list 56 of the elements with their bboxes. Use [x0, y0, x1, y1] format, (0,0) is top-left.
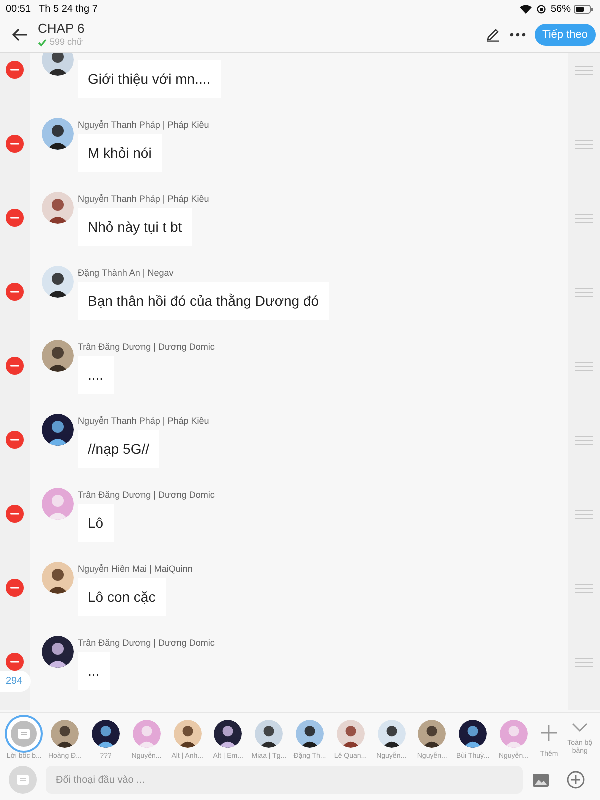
- back-arrow-icon[interactable]: [12, 28, 28, 42]
- pencil-icon[interactable]: [486, 28, 500, 42]
- remove-icon[interactable]: [6, 209, 24, 227]
- remove-icon[interactable]: [6, 357, 24, 375]
- plus-icon[interactable]: [541, 725, 558, 741]
- drag-handle-icon[interactable]: [575, 510, 593, 519]
- wifi-icon: [520, 4, 532, 14]
- check-icon: [38, 38, 47, 46]
- character-name: Trần Đăng Dương | Dương Domic: [78, 637, 215, 649]
- message-bubble[interactable]: Giới thiệu với mn....: [78, 60, 221, 98]
- drag-handle-icon[interactable]: [575, 658, 593, 667]
- narrator-avatar[interactable]: [7, 717, 42, 751]
- drag-handle-icon[interactable]: [575, 140, 593, 149]
- remove-icon[interactable]: [6, 61, 24, 79]
- remove-icon[interactable]: [6, 653, 24, 671]
- message-bubble[interactable]: //nạp 5G//: [78, 430, 160, 468]
- chevron-down-icon[interactable]: [572, 723, 588, 732]
- battery-percent: 56%: [550, 2, 571, 16]
- remove-icon[interactable]: [6, 135, 24, 153]
- character-name: Trần Đăng Dương | Dương Domic: [78, 341, 215, 353]
- remove-icon[interactable]: [6, 579, 24, 597]
- remove-icon[interactable]: [6, 505, 24, 523]
- chapter-title: CHAP 6: [38, 20, 85, 36]
- character-name: Nguyễn Thanh Pháp | Pháp Kiều: [78, 415, 210, 427]
- add-circle-icon[interactable]: [567, 771, 585, 789]
- remove-icon[interactable]: [6, 283, 24, 301]
- more-icon[interactable]: [510, 33, 526, 37]
- message-bubble[interactable]: Bạn thân hồi đó của thằng Dương đó: [78, 282, 330, 320]
- message-bubble[interactable]: Nhỏ này tụi t bt: [78, 208, 192, 246]
- drag-handle-icon[interactable]: [575, 362, 593, 371]
- message-bubble[interactable]: Lô: [78, 504, 114, 542]
- status-date: Th 5 24 thg 7: [39, 2, 98, 16]
- character-name: Nguyễn Hiền Mai | MaiQuinn: [78, 563, 193, 575]
- character-name: Đặng Thành An | Negav: [78, 267, 175, 279]
- message-count-badge: 294: [0, 671, 31, 692]
- image-icon[interactable]: [533, 774, 549, 786]
- remove-icon[interactable]: [6, 431, 24, 449]
- message-bubble[interactable]: Lô con cặc: [78, 578, 166, 616]
- rotation-lock-icon: [536, 4, 546, 14]
- drag-handle-icon[interactable]: [575, 584, 593, 593]
- chat-icon: [18, 729, 30, 739]
- drag-handle-icon[interactable]: [575, 66, 593, 75]
- drag-handle-icon[interactable]: [575, 214, 593, 223]
- drag-handle-icon[interactable]: [575, 288, 593, 297]
- battery-icon: [574, 4, 594, 14]
- character-name: Trần Đăng Dương | Dương Domic: [78, 489, 215, 501]
- status-time: 00:51: [6, 2, 32, 16]
- character-name: Nguyễn Thanh Pháp | Pháp Kiều: [78, 119, 210, 131]
- message-bubble[interactable]: ...: [78, 652, 110, 690]
- dialogue-input[interactable]: Đối thoại đầu vào ...: [46, 766, 523, 794]
- character-name: Nguyễn Thanh Pháp | Pháp Kiều: [78, 193, 210, 205]
- chat-icon: [17, 775, 29, 785]
- drag-handle-icon[interactable]: [575, 436, 593, 445]
- message-bubble[interactable]: M khỏi nói: [78, 134, 162, 172]
- word-count: 599 chữ: [50, 36, 84, 49]
- message-bubble[interactable]: ....: [78, 356, 114, 394]
